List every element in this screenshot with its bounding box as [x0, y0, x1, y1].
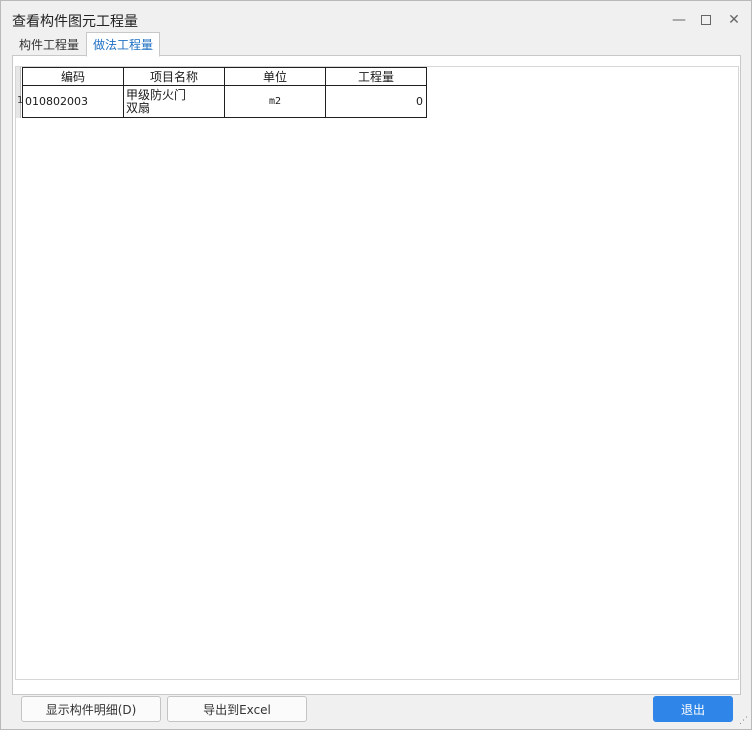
cell-name-line2: 双扇 — [126, 100, 151, 115]
tab-bar: 构件工程量 做法工程量 — [12, 32, 161, 57]
minimize-icon[interactable]: — — [668, 9, 690, 31]
column-header-unit[interactable]: 单位 — [224, 67, 326, 86]
cell-unit[interactable]: m2 — [224, 85, 326, 118]
close-icon[interactable]: ✕ — [723, 9, 745, 31]
table-header-row: 编码 项目名称 单位 工程量 — [22, 67, 427, 86]
table-row[interactable]: 010802003 甲级防火门 双扇 m2 0 — [22, 85, 427, 118]
cell-code[interactable]: 010802003 — [22, 85, 124, 118]
cell-quantity[interactable]: 0 — [325, 85, 427, 118]
resize-grip-icon[interactable]: ⋰ — [739, 716, 748, 726]
exit-button[interactable]: 退出 — [653, 696, 733, 722]
tab-panel: 1 编码 项目名称 单位 工程量 010802003 甲级防火门 双扇 m2 0 — [12, 55, 741, 695]
column-header-quantity[interactable]: 工程量 — [325, 67, 427, 86]
column-header-code[interactable]: 编码 — [22, 67, 124, 86]
export-excel-button[interactable]: 导出到Excel — [167, 696, 307, 722]
window-title: 查看构件图元工程量 — [12, 14, 138, 30]
row-header-strip — [16, 67, 21, 118]
tab-method-quantity[interactable]: 做法工程量 — [86, 32, 161, 57]
grid-container: 1 编码 项目名称 单位 工程量 010802003 甲级防火门 双扇 m2 0 — [15, 66, 739, 680]
cell-name[interactable]: 甲级防火门 双扇 — [123, 85, 225, 118]
tab-component-quantity[interactable]: 构件工程量 — [12, 32, 86, 56]
show-detail-button[interactable]: 显示构件明细(D) — [21, 696, 161, 722]
column-header-name[interactable]: 项目名称 — [123, 67, 225, 86]
quantity-dialog: 查看构件图元工程量 — ✕ 构件工程量 做法工程量 1 编码 项目名称 单位 工… — [0, 0, 752, 730]
quantity-table: 编码 项目名称 单位 工程量 010802003 甲级防火门 双扇 m2 0 — [22, 67, 427, 118]
maximize-icon[interactable] — [695, 9, 717, 31]
cell-name-line1: 甲级防火门 — [126, 87, 187, 102]
